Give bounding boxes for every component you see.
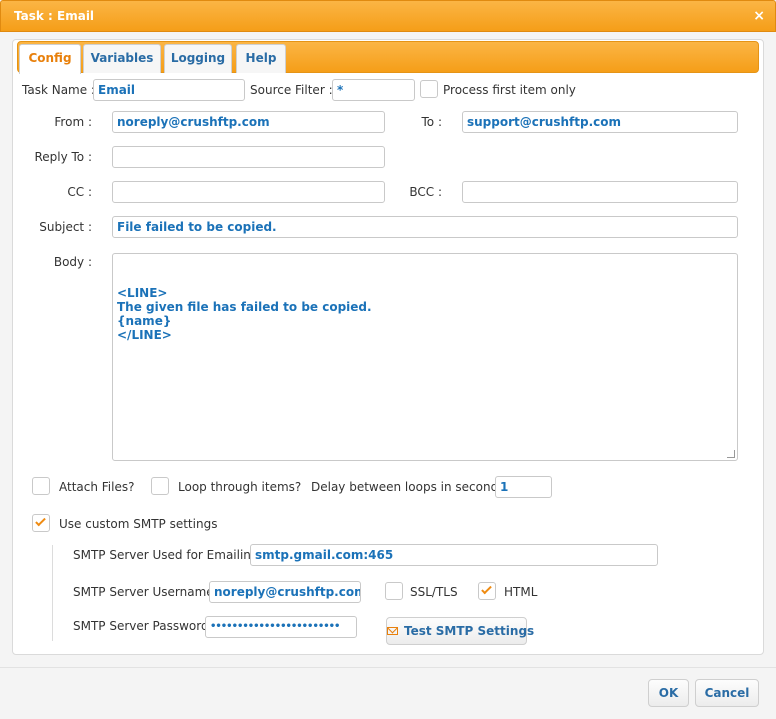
footer-divider [0,667,776,668]
custom-smtp-checkbox[interactable] [32,514,50,532]
reply-to-input[interactable] [112,146,385,168]
subject-label: Subject : [39,220,92,234]
mail-icon [387,626,398,635]
window-titlebar: Task : Email × [0,0,776,32]
source-filter-label: Source Filter : [250,83,333,97]
body-textarea[interactable]: <LINE> The given file has failed to be c… [112,253,738,461]
smtp-group-divider [52,545,53,641]
ssl-tls-checkbox[interactable] [385,582,403,600]
subject-input[interactable]: File failed to be copied. [112,216,738,238]
tab-variables[interactable]: Variables [83,44,161,73]
attach-files-checkbox[interactable] [32,477,50,495]
from-input[interactable]: noreply@crushftp.com [112,111,385,133]
body-text: <LINE> The given file has failed to be c… [117,286,372,342]
smtp-server-input[interactable]: smtp.gmail.com:465 [250,544,658,566]
reply-to-label: Reply To : [34,150,92,164]
tab-help[interactable]: Help [236,44,286,73]
html-label: HTML [504,585,538,599]
to-label: To : [421,115,443,129]
test-smtp-button[interactable]: Test SMTP Settings [386,617,534,645]
smtp-password-input[interactable]: •••••••••••••••••••••••• [205,616,357,638]
loop-items-label: Loop through items? [178,480,302,494]
bcc-label: BCC : [409,185,442,199]
checkmark-icon [35,515,46,527]
body-label: Body : [53,255,92,269]
cc-input[interactable] [112,181,385,203]
ok-button[interactable]: OK [648,679,689,707]
to-input[interactable]: support@crushftp.com [462,111,738,133]
tab-logging[interactable]: Logging [164,44,232,73]
task-name-input[interactable]: Email [93,79,245,101]
process-first-label: Process first item only [443,83,576,97]
process-first-checkbox[interactable] [420,80,438,98]
loop-items-checkbox[interactable] [151,477,169,495]
smtp-server-label: SMTP Server Used for Emailing : [73,548,267,562]
smtp-password-label: SMTP Server Password : [73,619,217,633]
cancel-button[interactable]: Cancel [695,679,759,707]
html-checkbox[interactable] [478,582,496,600]
source-filter-input[interactable]: * [332,79,415,101]
test-smtp-label: Test SMTP Settings [404,624,535,638]
custom-smtp-label: Use custom SMTP settings [59,517,218,531]
task-name-label: Task Name : [22,83,95,97]
tab-config[interactable]: Config [19,44,81,74]
window-title: Task : Email [14,9,95,23]
delay-label: Delay between loops in seconds : [311,480,513,494]
attach-files-label: Attach Files? [59,480,135,494]
checkmark-icon [481,583,492,595]
cc-label: CC : [67,185,92,199]
smtp-username-label: SMTP Server Username : [73,585,222,599]
ssl-tls-label: SSL/TLS [410,585,458,599]
close-icon[interactable]: × [753,8,765,24]
delay-input[interactable]: 1 [495,476,552,498]
smtp-username-input[interactable]: noreply@crushftp.com [209,581,361,603]
from-label: From : [54,115,92,129]
bcc-input[interactable] [462,181,738,203]
resize-grip-icon[interactable] [727,450,735,458]
